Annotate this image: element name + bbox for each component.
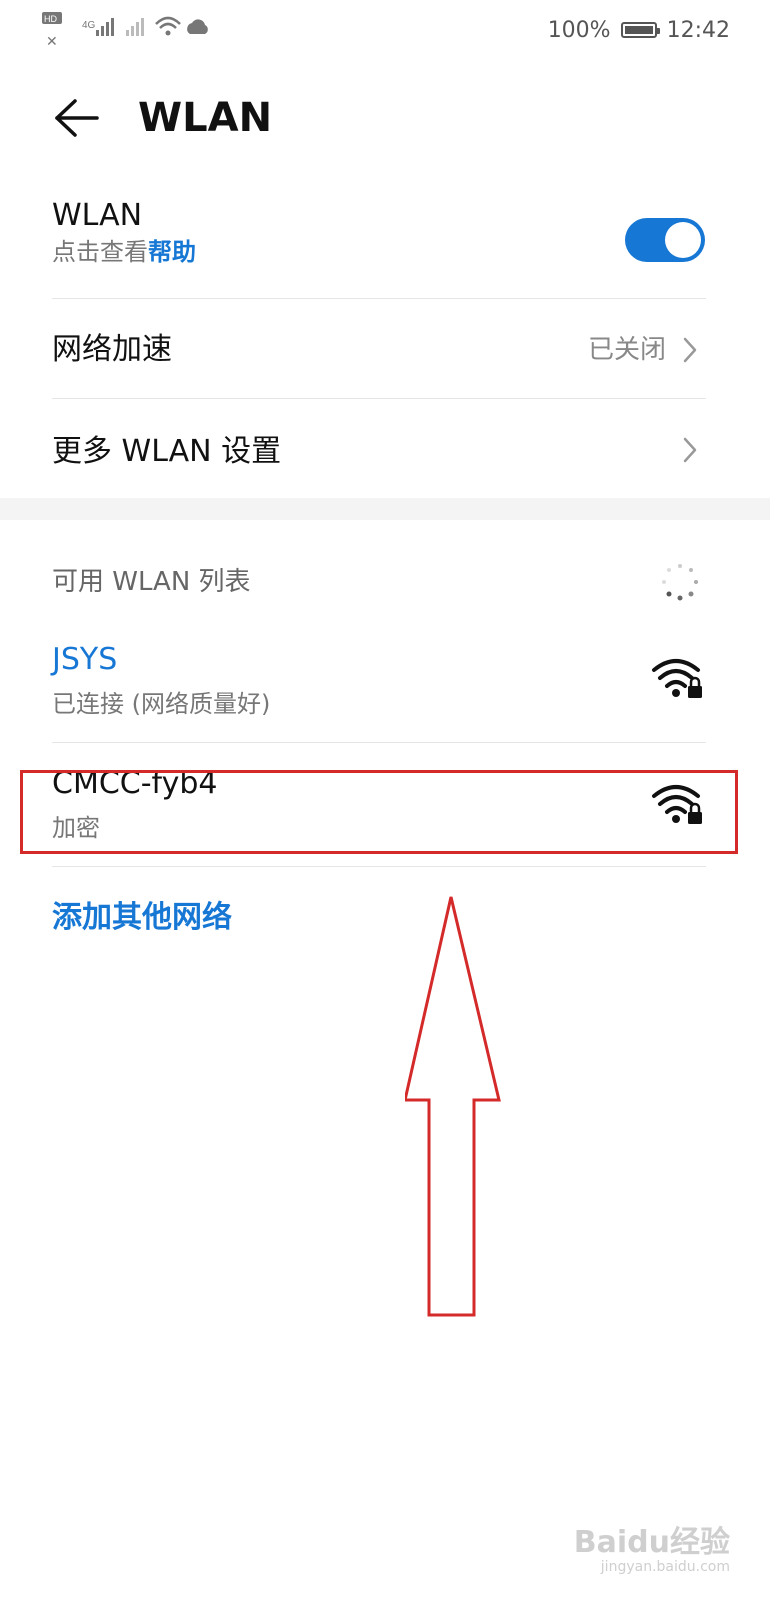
help-link[interactable]: 帮助 <box>148 238 196 266</box>
back-button[interactable] <box>50 92 102 144</box>
network-name: JSYS <box>52 642 118 677</box>
loading-spinner-icon <box>660 562 700 602</box>
network-boost-value: 已关闭 <box>587 335 666 365</box>
svg-text:4G: 4G <box>82 20 96 31</box>
wlan-help-text: 点击查看帮助 <box>52 236 612 268</box>
wlan-toggle-switch[interactable] <box>625 218 705 262</box>
chevron-right-icon <box>678 436 702 464</box>
network-boost-label: 网络加速 <box>52 332 172 367</box>
svg-text:HD: HD <box>44 14 57 24</box>
toggle-knob <box>665 222 701 258</box>
battery-icon <box>620 22 660 38</box>
wlan-label: WLAN <box>52 198 143 233</box>
battery-percent: 100% <box>547 17 611 43</box>
clock: 12:42 <box>666 17 730 43</box>
status-bar-right: 100% 12:42 <box>548 14 730 46</box>
wlan-toggle-row[interactable]: WLAN 点击查看帮助 <box>52 196 612 268</box>
status-icons: HD ✕ 4G <box>42 12 208 49</box>
more-wlan-settings-row[interactable] <box>678 436 702 464</box>
wifi-locked-icon <box>650 656 706 700</box>
divider <box>52 398 706 399</box>
network-status: 已连接 (网络质量好) <box>52 690 271 718</box>
network-item[interactable]: JSYS 已连接 (网络质量好) <box>52 640 612 720</box>
page-title: WLAN <box>138 95 273 141</box>
divider <box>52 742 706 743</box>
network-boost-row[interactable]: 已关闭 <box>588 334 702 366</box>
watermark-logo: Baidu经验 jingyan.baidu.com <box>574 1528 730 1576</box>
available-list-title: 可用 WLAN 列表 <box>52 567 251 597</box>
section-separator <box>0 498 770 520</box>
divider <box>52 298 706 299</box>
watermark-main: Baidu经验 <box>573 1525 730 1560</box>
more-wlan-settings-label[interactable]: 更多 WLAN 设置 <box>52 432 281 472</box>
svg-text:✕: ✕ <box>46 33 58 49</box>
annotation-highlight-box <box>20 770 738 854</box>
help-prefix: 点击查看 <box>52 238 148 266</box>
status-bar-left: HD ✕ 4G <box>40 8 240 52</box>
watermark-sub: jingyan.baidu.com <box>600 1559 730 1575</box>
chevron-right-icon <box>678 336 702 364</box>
divider <box>52 866 706 867</box>
annotation-up-arrow-icon <box>403 895 505 1335</box>
add-other-network-link[interactable]: 添加其他网络 <box>52 898 232 938</box>
back-arrow-icon <box>55 99 99 137</box>
